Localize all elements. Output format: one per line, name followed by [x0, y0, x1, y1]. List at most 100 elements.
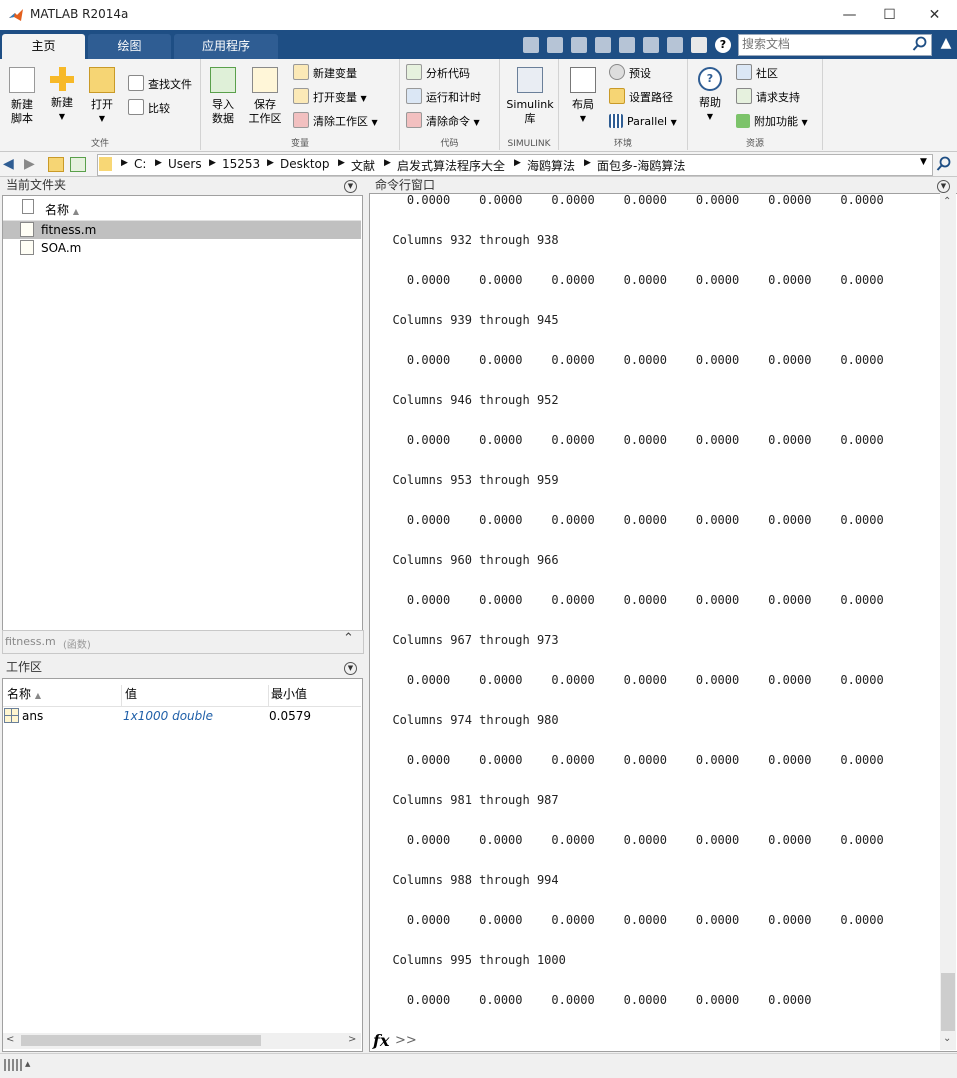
- scroll-right-icon[interactable]: >: [348, 1034, 356, 1045]
- breadcrumb-item[interactable]: 启发式算法程序大全: [397, 157, 505, 174]
- search-icon[interactable]: [912, 36, 928, 52]
- command-vertical-scrollbar[interactable]: ⌃ ⌄: [940, 193, 956, 1050]
- panel-actions-icon[interactable]: ▼: [344, 180, 357, 193]
- close-button[interactable]: ✕: [912, 0, 957, 30]
- breadcrumb-item[interactable]: 文献: [351, 157, 375, 174]
- help-button[interactable]: ? 帮助 ▼: [690, 67, 730, 124]
- analyze-code-button[interactable]: 分析代码: [406, 64, 470, 84]
- command-window-actions-icon[interactable]: ▼: [937, 180, 950, 193]
- add-ons-button[interactable]: 附加功能 ▼: [736, 112, 808, 132]
- ws-col-min[interactable]: 最小值: [269, 685, 307, 702]
- breadcrumb-separator-icon[interactable]: ▶: [155, 158, 162, 168]
- output-line: 0.0000 0.0000 0.0000 0.0000 0.0000 0.000…: [378, 833, 884, 847]
- file-row[interactable]: SOA.m: [3, 239, 361, 257]
- forward-icon[interactable]: ▶: [24, 156, 35, 172]
- scroll-up-icon[interactable]: ⌃: [943, 196, 951, 207]
- open-variable-icon: [293, 88, 309, 104]
- output-line: 0.0000 0.0000 0.0000 0.0000 0.0000 0.000…: [378, 513, 884, 527]
- ws-col-value[interactable]: 值: [122, 685, 269, 706]
- clear-workspace-button[interactable]: 清除工作区 ▼: [293, 112, 378, 132]
- new-plus-icon: [50, 67, 74, 91]
- group-label-variable: 变量: [290, 139, 309, 149]
- var-value[interactable]: 1x1000 double: [123, 709, 213, 723]
- breadcrumb-separator-icon[interactable]: ▶: [384, 158, 391, 168]
- m-file-icon: [20, 240, 34, 255]
- simulink-library-icon: [517, 67, 543, 93]
- back-icon[interactable]: ◀: [3, 156, 14, 172]
- clear-commands-button[interactable]: 清除命令 ▼: [406, 112, 480, 132]
- save-icon[interactable]: [547, 37, 563, 53]
- scroll-down-icon[interactable]: ⌄: [943, 1033, 951, 1044]
- workspace-actions-icon[interactable]: ▼: [344, 662, 357, 675]
- open-button[interactable]: 打开 ▼: [82, 67, 122, 126]
- import-data-button[interactable]: 导入 数据: [203, 67, 243, 126]
- var-min: 0.0579: [269, 709, 311, 723]
- breadcrumb-separator-icon[interactable]: ▶: [338, 158, 345, 168]
- minimize-button[interactable]: —: [827, 0, 872, 30]
- layout-button[interactable]: 布局 ▼: [563, 67, 603, 126]
- maximize-button[interactable]: ☐: [867, 0, 912, 30]
- status-menu-icon[interactable]: ▲: [25, 1060, 30, 1068]
- breadcrumb-item[interactable]: 面包多-海鸥算法: [597, 157, 685, 174]
- switch-windows-icon[interactable]: [691, 37, 707, 53]
- save-workspace-button[interactable]: 保存 工作区: [245, 67, 285, 126]
- help-icon[interactable]: ?: [715, 37, 731, 53]
- search-folder-icon[interactable]: [936, 156, 952, 172]
- scroll-thumb[interactable]: [21, 1035, 261, 1046]
- request-support-button[interactable]: 请求支持: [736, 88, 800, 108]
- scroll-left-icon[interactable]: <: [6, 1034, 14, 1045]
- tab-home[interactable]: 主页: [2, 34, 85, 59]
- new-button[interactable]: 新建 ▼: [42, 67, 82, 124]
- chevron-down-icon: ▼: [579, 114, 587, 123]
- breadcrumb-item[interactable]: 海鸥算法: [527, 157, 575, 174]
- ws-col-name[interactable]: 名称 ▲: [3, 685, 122, 706]
- path-dropdown-icon[interactable]: ▼: [920, 157, 927, 167]
- collapse-ribbon-icon[interactable]: ▲: [937, 35, 955, 55]
- breadcrumb-separator-icon[interactable]: ▶: [514, 158, 521, 168]
- breadcrumb-item[interactable]: Desktop: [280, 157, 330, 171]
- file-row[interactable]: fitness.m: [3, 221, 361, 239]
- compare-button[interactable]: 比较: [128, 99, 170, 119]
- breadcrumb-separator-icon[interactable]: ▶: [209, 158, 216, 168]
- breadcrumb-separator-icon[interactable]: ▶: [584, 158, 591, 168]
- open-variable-button[interactable]: 打开变量 ▼: [293, 88, 367, 108]
- columns-header-line: Columns 932 through 938: [378, 233, 559, 247]
- workspace-row[interactable]: ans 1x1000 double 0.0579: [3, 707, 361, 725]
- workspace-title: 工作区: [6, 660, 43, 674]
- command-scroll-thumb[interactable]: [941, 973, 955, 1031]
- breadcrumb-separator-icon[interactable]: ▶: [267, 158, 274, 168]
- up-folder-icon[interactable]: [48, 157, 64, 172]
- tab-plots[interactable]: 绘图: [88, 34, 171, 59]
- shortcut-icon[interactable]: [523, 37, 539, 53]
- new-script-button[interactable]: 新建 脚本: [2, 67, 42, 126]
- columns-header-line: Columns 981 through 987: [378, 793, 559, 807]
- cut-icon[interactable]: [571, 37, 587, 53]
- breadcrumb-item[interactable]: C:: [134, 157, 146, 171]
- tab-apps[interactable]: 应用程序: [174, 34, 278, 59]
- file-column-name[interactable]: 名称 ▲: [45, 201, 79, 218]
- breadcrumb-item[interactable]: Users: [168, 157, 202, 171]
- chevron-up-icon[interactable]: ⌃: [343, 631, 354, 646]
- output-line: 0.0000 0.0000 0.0000 0.0000 0.0000 0.000…: [378, 753, 884, 767]
- chevron-down-icon: ▼: [98, 114, 106, 123]
- parallel-button[interactable]: Parallel ▼: [609, 112, 677, 132]
- copy-icon[interactable]: [595, 37, 611, 53]
- browse-folder-icon[interactable]: [70, 157, 86, 172]
- function-browser-icon[interactable]: fx: [373, 1031, 389, 1050]
- undo-icon[interactable]: [643, 37, 659, 53]
- columns-header-line: Columns 946 through 952: [378, 393, 559, 407]
- run-and-time-button[interactable]: 运行和计时: [406, 88, 481, 108]
- preferences-button[interactable]: 预设: [609, 64, 651, 84]
- breadcrumb-separator-icon[interactable]: ▶: [121, 158, 128, 168]
- community-button[interactable]: 社区: [736, 64, 778, 84]
- simulink-library-button[interactable]: Simulink 库: [504, 67, 556, 126]
- breadcrumb-item[interactable]: 15253: [222, 157, 260, 171]
- redo-icon[interactable]: [667, 37, 683, 53]
- new-variable-button[interactable]: 新建变量: [293, 64, 357, 84]
- paste-icon[interactable]: [619, 37, 635, 53]
- search-input[interactable]: [739, 35, 907, 53]
- find-files-button[interactable]: 查找文件: [128, 75, 192, 95]
- ws-horizontal-scrollbar[interactable]: < >: [3, 1033, 361, 1049]
- command-window[interactable]: 0.0000 0.0000 0.0000 0.0000 0.0000 0.000…: [369, 193, 957, 1052]
- set-path-button[interactable]: 设置路径: [609, 88, 673, 108]
